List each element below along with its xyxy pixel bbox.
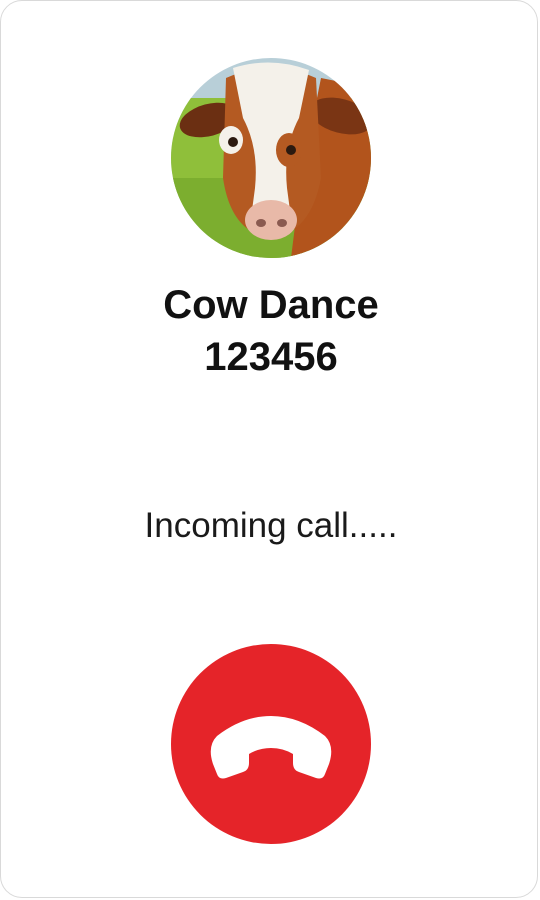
caller-number: 123456 <box>204 335 338 379</box>
phone-hangup-icon <box>210 716 332 779</box>
caller-name: Cow Dance <box>163 283 379 327</box>
caller-avatar <box>171 58 371 258</box>
end-call-button[interactable] <box>171 644 371 844</box>
call-status: Incoming call..... <box>144 506 398 545</box>
cow-photo-icon <box>171 58 371 258</box>
call-screen: Cow Dance 123456 Incoming call..... <box>0 0 538 898</box>
